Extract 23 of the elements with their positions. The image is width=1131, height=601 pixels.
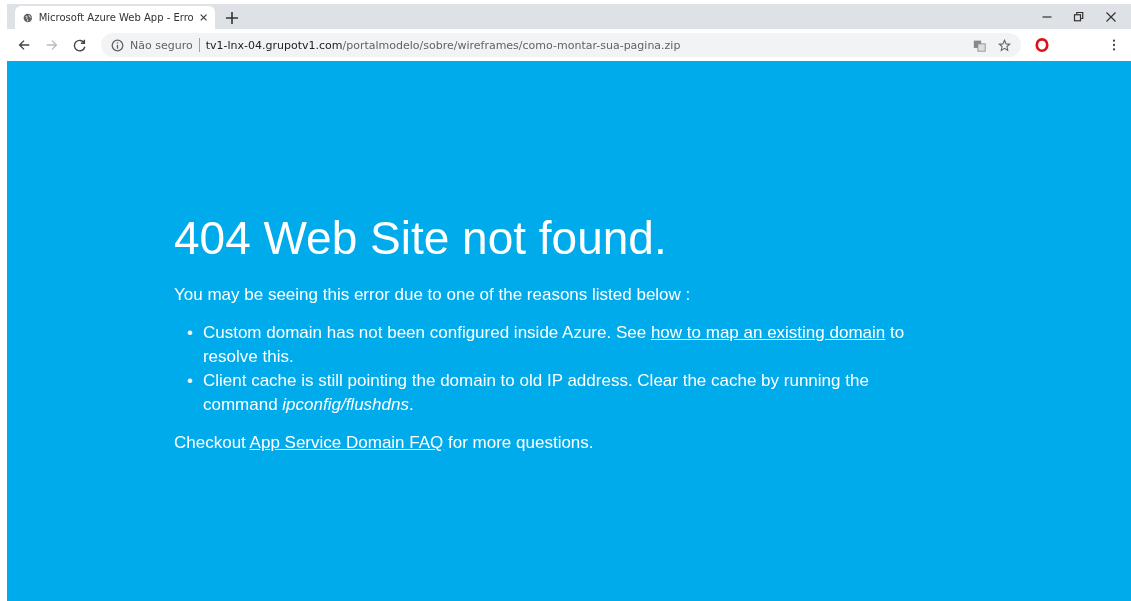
bullet: •: [187, 322, 193, 344]
security-label: Não seguro: [130, 38, 193, 52]
close-icon[interactable]: [1105, 11, 1117, 23]
star-icon[interactable]: [998, 38, 1011, 52]
back-icon[interactable]: [17, 38, 31, 52]
address-bar[interactable]: Não seguro tv1-lnx-04.grupotv1.com/portalmodelo/sobre/wireframes/como-montar-sua-pagina.zip: [101, 33, 1021, 57]
intro-text: You may be seeing this error due to one of the reasons listed below :: [174, 285, 692, 305]
error-heading: 404 Web Site not found.: [174, 211, 668, 265]
translate-icon[interactable]: [973, 38, 986, 52]
reason-item: Custom domain has not been configured inside Azure. See how to map an existing domain to resolve this.: [202, 322, 906, 368]
opera-icon[interactable]: [1035, 38, 1049, 52]
tab-title: Microsoft Azure Web App - Erro: [38, 12, 194, 23]
browser-tab[interactable]: Microsoft Azure Web App - Erro: [15, 6, 215, 29]
footer-text: Checkout App Service Domain FAQ for more questions.: [174, 433, 595, 453]
globe-icon: [23, 11, 33, 24]
restore-icon[interactable]: [1073, 11, 1085, 23]
url-text: tv1-lnx-04.grupotv1.com/portalmodelo/sobre/wireframes/como-montar-sua-pagina.zip: [205, 38, 681, 52]
new-tab-icon[interactable]: [225, 11, 239, 25]
bullet: •: [187, 370, 193, 392]
info-icon: [111, 38, 124, 52]
reload-icon[interactable]: [73, 38, 87, 52]
close-icon[interactable]: [199, 13, 207, 22]
reason-item: Client cache is still pointing the domain to old IP address. Clear the cache by running the command ipconfig/flushdns.: [202, 370, 870, 416]
